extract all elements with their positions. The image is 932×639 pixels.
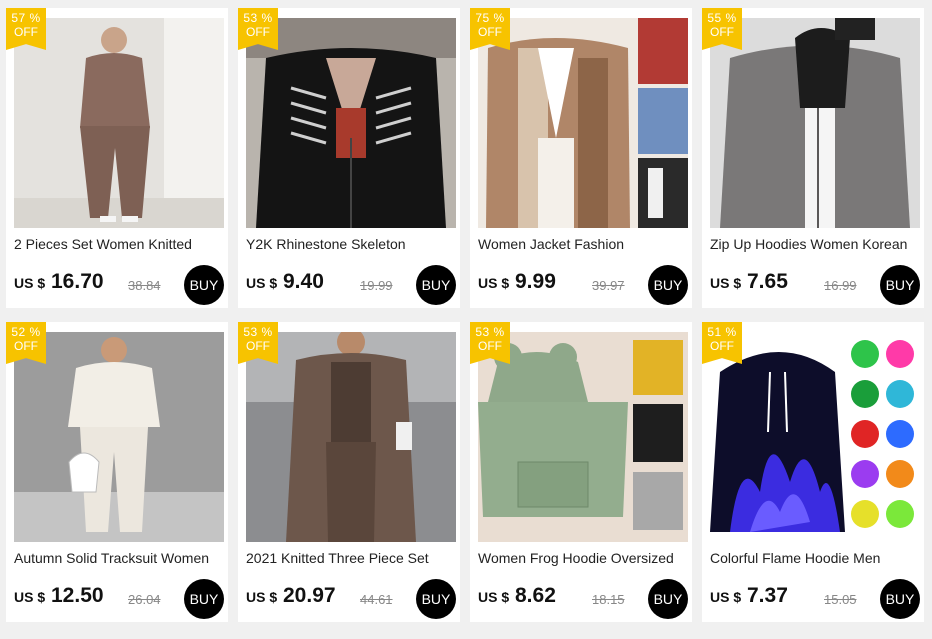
discount-off-label: OFF bbox=[710, 339, 734, 353]
discount-percent: 51 % bbox=[707, 325, 737, 339]
buy-button[interactable]: BUY bbox=[416, 265, 456, 305]
sale-price: 8.62 bbox=[515, 584, 556, 607]
buy-button[interactable]: BUY bbox=[648, 579, 688, 619]
discount-badge: 52 % OFF bbox=[6, 322, 46, 364]
discount-badge: 53 % OFF bbox=[238, 8, 278, 50]
discount-badge: 53 % OFF bbox=[238, 322, 278, 364]
currency-label: US $ bbox=[246, 589, 278, 605]
discount-badge: 53 % OFF bbox=[470, 322, 510, 364]
sale-price: 16.70 bbox=[51, 270, 104, 293]
sale-price: 9.99 bbox=[515, 270, 556, 293]
buy-button[interactable]: BUY bbox=[416, 579, 456, 619]
product-card[interactable]: 53 % OFF Y2K Rhinestone Skeleton US $ 9.… bbox=[238, 8, 460, 308]
currency-label: US $ bbox=[478, 589, 510, 605]
currency-label: US $ bbox=[246, 275, 278, 291]
discount-badge: 57 % OFF bbox=[6, 8, 46, 50]
original-price: 16.99 bbox=[824, 278, 857, 293]
currency-label: US $ bbox=[14, 275, 46, 291]
sale-price: 12.50 bbox=[51, 584, 104, 607]
currency-label: US $ bbox=[710, 589, 742, 605]
product-title[interactable]: Women Frog Hoodie Oversized bbox=[478, 550, 688, 566]
discount-badge: 55 % OFF bbox=[702, 8, 742, 50]
discount-percent: 53 % bbox=[475, 325, 505, 339]
product-title[interactable]: Colorful Flame Hoodie Men bbox=[710, 550, 920, 566]
product-card[interactable]: 55 % OFF Zip Up Hoodies Women Korean US … bbox=[702, 8, 924, 308]
product-card[interactable]: 57 % OFF 2 Pieces Set Women Knitted US $… bbox=[6, 8, 228, 308]
discount-off-label: OFF bbox=[14, 339, 38, 353]
discount-badge: 51 % OFF bbox=[702, 322, 742, 364]
buy-button[interactable]: BUY bbox=[648, 265, 688, 305]
discount-badge: 75 % OFF bbox=[470, 8, 510, 50]
discount-off-label: OFF bbox=[478, 25, 502, 39]
product-card[interactable]: 51 % OFF Colorful Flame Hoodie Men US $ … bbox=[702, 322, 924, 622]
discount-off-label: OFF bbox=[478, 339, 502, 353]
currency-label: US $ bbox=[710, 275, 742, 291]
product-card[interactable]: 52 % OFF Autumn Solid Tracksuit Women US… bbox=[6, 322, 228, 622]
original-price: 18.15 bbox=[592, 592, 625, 607]
currency-label: US $ bbox=[14, 589, 46, 605]
discount-percent: 75 % bbox=[475, 11, 505, 25]
buy-button[interactable]: BUY bbox=[880, 265, 920, 305]
currency-label: US $ bbox=[478, 275, 510, 291]
product-title[interactable]: Y2K Rhinestone Skeleton bbox=[246, 236, 456, 252]
sale-price: 7.65 bbox=[747, 270, 788, 293]
discount-off-label: OFF bbox=[246, 339, 270, 353]
original-price: 39.97 bbox=[592, 278, 625, 293]
buy-button[interactable]: BUY bbox=[880, 579, 920, 619]
product-title[interactable]: Women Jacket Fashion bbox=[478, 236, 688, 252]
discount-off-label: OFF bbox=[710, 25, 734, 39]
discount-percent: 52 % bbox=[11, 325, 41, 339]
sale-price: 9.40 bbox=[283, 270, 324, 293]
product-title[interactable]: Zip Up Hoodies Women Korean bbox=[710, 236, 920, 252]
buy-button[interactable]: BUY bbox=[184, 579, 224, 619]
sale-price: 7.37 bbox=[747, 584, 788, 607]
product-title[interactable]: 2 Pieces Set Women Knitted bbox=[14, 236, 224, 252]
original-price: 44.61 bbox=[360, 592, 393, 607]
product-card[interactable]: 53 % OFF Women Frog Hoodie Oversized US … bbox=[470, 322, 692, 622]
discount-percent: 55 % bbox=[707, 11, 737, 25]
discount-percent: 53 % bbox=[243, 325, 273, 339]
product-card[interactable]: 75 % OFF Women Jacket Fashion US $ 9.99 … bbox=[470, 8, 692, 308]
product-title[interactable]: 2021 Knitted Three Piece Set bbox=[246, 550, 456, 566]
sale-price: 20.97 bbox=[283, 584, 336, 607]
buy-button[interactable]: BUY bbox=[184, 265, 224, 305]
original-price: 15.05 bbox=[824, 592, 857, 607]
discount-percent: 53 % bbox=[243, 11, 273, 25]
product-title[interactable]: Autumn Solid Tracksuit Women bbox=[14, 550, 224, 566]
discount-off-label: OFF bbox=[14, 25, 38, 39]
discount-off-label: OFF bbox=[246, 25, 270, 39]
product-card[interactable]: 53 % OFF 2021 Knitted Three Piece Set US… bbox=[238, 322, 460, 622]
original-price: 38.84 bbox=[128, 278, 161, 293]
original-price: 26.04 bbox=[128, 592, 161, 607]
original-price: 19.99 bbox=[360, 278, 393, 293]
discount-percent: 57 % bbox=[11, 11, 41, 25]
